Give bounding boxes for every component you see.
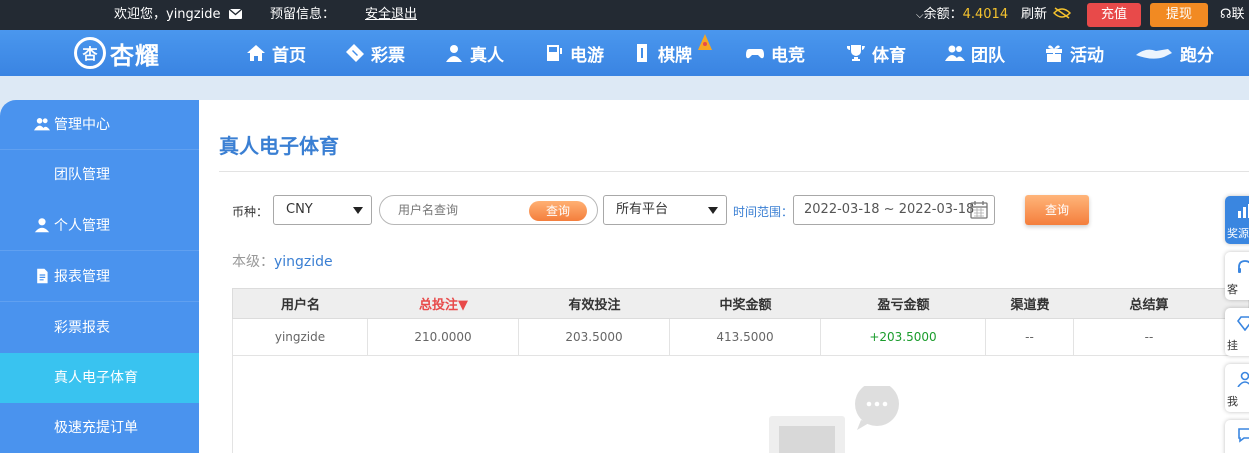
cell-total-bet: 210.0000 [368,319,519,355]
recharge-button[interactable]: 充值 [1087,3,1141,27]
float-hangup[interactable]: 挂 [1225,308,1249,356]
sidebar-item-management-center[interactable]: 管理中心 [0,100,199,150]
arcade-icon [547,45,562,61]
nav-lottery[interactable]: 彩票 [345,30,405,76]
chart-icon [1238,204,1249,218]
cell-profit-loss: +203.5000 [821,319,986,355]
brand-logo[interactable]: 杏 杏耀 [74,34,160,72]
table-row: yingzide 210.0000 203.5000 413.5000 +203… [232,319,1249,356]
hide-balance-eye-icon[interactable] [1052,0,1072,30]
nav-live-casino[interactable]: 真人 [444,30,504,76]
currency-label: 币种： [232,205,269,219]
diamond-icon [1237,316,1249,331]
cell-win-amount: 413.5000 [670,319,821,355]
balance-dropdown[interactable]: ⌵余额：4.4014 [916,0,1008,30]
cell-channel-fee: -- [986,319,1074,355]
username-search-box: 查询 [379,195,598,225]
balance-value: 4.4014 [962,7,1009,22]
table-empty-area [232,356,1249,453]
logout-link[interactable]: 安全退出 [365,0,417,30]
header-total-bet-sort[interactable]: 总投注▼ [368,289,519,318]
query-button[interactable]: 查询 [1025,195,1089,225]
chevron-down-icon: ⌵ [916,10,924,21]
username-search-input[interactable] [398,201,528,219]
chevron-down-icon [353,207,363,214]
nav-team[interactable]: 团队 [945,30,1005,76]
dealer-icon [446,45,462,62]
page-title: 真人电子体育 [219,134,339,158]
welcome-text: 欢迎您，yingzide [114,7,221,22]
withdraw-button[interactable]: 提现 [1150,3,1208,27]
runner-icon [1136,49,1172,59]
table-header: 用户名 总投注▼ 有效投注 中奖金额 盈亏金额 渠道费 总结算 [232,288,1249,319]
title-divider [219,171,1249,172]
header-username: 用户名 [280,298,320,313]
current-level: 本级：yingzide [232,251,333,271]
ticket-icon [346,44,364,62]
level-user-link[interactable]: yingzide [274,254,333,270]
refresh-link[interactable]: 刷新 [1021,0,1047,30]
gamepad-icon [746,49,764,59]
nav-slots[interactable]: 电游 [544,30,604,76]
sidebar-item-team-management[interactable]: 团队管理 [0,150,199,200]
trophy-icon [847,45,865,61]
balance-label: 余额： [923,7,963,22]
gift-icon [1046,45,1062,62]
nav-sports[interactable]: 体育 [846,30,906,76]
contact-link[interactable]: ☊联 [1220,0,1245,30]
top-bar: 欢迎您，yingzide 预留信息： 安全退出 ⌵余额：4.4014 刷新 充值… [0,0,1249,30]
team-icon [34,118,50,131]
user-icon [34,218,50,233]
cell-total-settlement: -- [1144,330,1154,344]
platform-select[interactable]: 所有平台 [603,195,727,225]
empty-state-icon [769,386,899,453]
chevron-down-icon [708,207,718,214]
sidebar-item-personal-management[interactable]: 个人管理 [0,201,199,251]
time-range-label: 时间范围： [733,205,794,219]
currency-select[interactable]: CNY [273,195,372,225]
sidebar-item-report-management[interactable]: 报表管理 [0,252,199,302]
sidebar-item-lottery-report[interactable]: 彩票报表 [0,303,199,353]
header-profit-loss: 盈亏金额 [877,298,930,313]
float-prize-source[interactable]: 奖源 [1225,196,1249,244]
reserved-info-label: 预留信息： [270,7,336,22]
header-valid-bet: 有效投注 [568,298,621,313]
nav-promotions[interactable]: 活动 [1044,30,1104,76]
header-total-settlement: 总结算 [1129,298,1169,313]
header-channel-fee: 渠道费 [1010,298,1050,313]
headset-icon [1238,260,1249,273]
nav-home[interactable]: 首页 [246,30,306,76]
float-customer-service[interactable]: 客 [1225,252,1249,300]
date-range-input[interactable]: 2022-03-18 ~ 2022-03-18 [793,195,995,225]
cards-icon [637,44,647,62]
nav-score-running[interactable]: 跑分 [1134,30,1214,76]
left-sidebar: 管理中心 团队管理 个人管理 报表管理 彩票报表 真人电子体育 极速充提订单 [0,100,199,453]
headset-icon: ☊ [1220,7,1232,22]
mail-icon[interactable] [228,0,243,30]
team-icon [945,45,965,61]
cell-valid-bet: 203.5000 [519,319,670,355]
logo-mark-icon: 杏 [74,37,106,69]
calendar-icon [970,201,988,219]
level-label: 本级： [232,254,274,270]
float-my-account[interactable]: 我 [1225,364,1249,412]
sidebar-item-fast-deposit-orders[interactable]: 极速充提订单 [0,403,199,453]
nav-chess-cards[interactable]: 棋牌 [632,30,692,76]
main-nav: 杏 杏耀 首页 彩票 真人 电游 棋牌 电竞 体育 团队 活动 跑分 [0,30,1249,76]
main-panel: 真人电子体育 币种： CNY 查询 所有平台 时间范围： 2022-03-18 … [199,100,1249,453]
logo-text: 杏耀 [110,41,160,70]
home-icon [247,45,265,61]
nav-esports[interactable]: 电竞 [745,30,805,76]
person-icon [1237,371,1249,387]
chat-icon [1238,428,1249,443]
report-icon [37,268,48,284]
header-win-amount: 中奖金额 [719,298,772,313]
hot-badge-icon [698,34,712,50]
cell-username: yingzide [233,319,368,355]
float-chat[interactable] [1225,420,1249,453]
username-search-button[interactable]: 查询 [529,201,587,221]
sidebar-item-live-electronic-sports[interactable]: 真人电子体育 [0,353,199,403]
